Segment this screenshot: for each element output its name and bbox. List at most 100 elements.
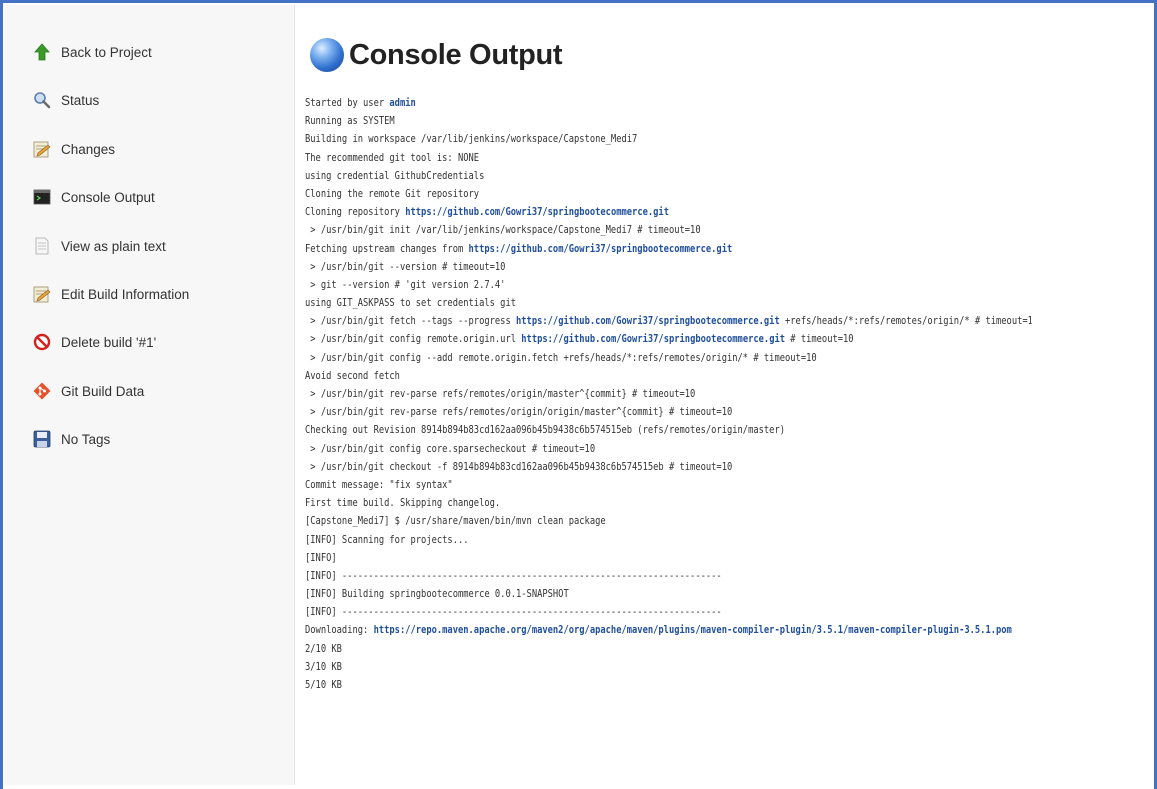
console-text: > git --version # 'git version 2.7.4': [305, 279, 506, 291]
console-text: > /usr/bin/git --version # timeout=10: [305, 261, 506, 273]
console-line: Downloading: https://repo.maven.apache.o…: [305, 622, 1032, 640]
sidebar-item-back-to-project[interactable]: Back to Project: [33, 41, 152, 63]
sidebar-item-label: Console Output: [61, 189, 155, 205]
console-line: Running as SYSTEM: [305, 113, 1032, 131]
console-text: Commit message: "fix syntax": [305, 479, 453, 491]
console-line: [INFO] Scanning for projects...: [305, 532, 1032, 550]
console-line: Commit message: "fix syntax": [305, 477, 1032, 495]
console-line: [INFO]: [305, 550, 1032, 568]
console-text: Running as SYSTEM: [305, 116, 395, 128]
sidebar-item-status[interactable]: Status: [33, 89, 99, 111]
sidebar-item-console-output[interactable]: Console Output: [33, 186, 155, 208]
console-line: > /usr/bin/git rev-parse refs/remotes/or…: [305, 404, 1032, 422]
console-line: Building in workspace /var/lib/jenkins/w…: [305, 131, 1032, 149]
document-icon: [33, 237, 51, 255]
console-line: Started by user admin: [305, 95, 1032, 113]
console-line: Cloning repository https://github.com/Go…: [305, 204, 1032, 222]
console-text: Started by user: [305, 98, 390, 109]
console-text: [INFO] Scanning for projects...: [305, 534, 469, 546]
console-text: Checking out Revision 8914b894b83cd162aa…: [305, 425, 786, 437]
console-line: Fetching upstream changes from https://g…: [305, 241, 1032, 259]
sidebar-item-label: View as plain text: [61, 238, 166, 254]
sidebar-item-changes[interactable]: Changes: [33, 138, 115, 160]
notepad-icon: [33, 140, 51, 158]
page-header: Console Output: [310, 30, 563, 80]
sidebar-item-label: No Tags: [61, 431, 111, 447]
console-text: Fetching upstream changes from: [305, 243, 469, 255]
console-line: Avoid second fetch: [305, 368, 1032, 386]
console-line: > /usr/bin/git config --add remote.origi…: [305, 350, 1032, 368]
console-line: > /usr/bin/git init /var/lib/jenkins/wor…: [305, 222, 1032, 240]
magnifier-icon: [33, 91, 51, 109]
sidebar-item-view-plain-text[interactable]: View as plain text: [33, 235, 166, 257]
console-text: # timeout=10: [785, 334, 854, 346]
sidebar: Back to Project Status Changes Console O…: [5, 5, 295, 785]
sidebar-item-no-tags[interactable]: No Tags: [33, 428, 110, 450]
console-line: > /usr/bin/git rev-parse refs/remotes/or…: [305, 386, 1032, 404]
console-link[interactable]: https://github.com/Gowri37/springbooteco…: [516, 316, 780, 327]
sidebar-item-label: Git Build Data: [61, 383, 145, 399]
sidebar-item-label: Delete build '#1': [61, 334, 157, 350]
console-line: 2/10 KB: [305, 641, 1032, 659]
console-line: > /usr/bin/git fetch --tags --progress h…: [305, 313, 1032, 331]
console-link[interactable]: https://github.com/Gowri37/springbooteco…: [405, 207, 669, 218]
console-globe-icon: [310, 38, 344, 72]
console-text: using GIT_ASKPASS to set credentials git: [305, 298, 516, 310]
console-text: Building in workspace /var/lib/jenkins/w…: [305, 134, 638, 146]
notepad-icon: [33, 285, 51, 303]
console-text: Cloning repository: [305, 207, 406, 219]
console-text: [INFO] ---------------------------------…: [305, 570, 722, 582]
console-line: > /usr/bin/git checkout -f 8914b894b83cd…: [305, 459, 1032, 477]
console-line: Checking out Revision 8914b894b83cd162aa…: [305, 422, 1032, 440]
git-icon: [33, 382, 51, 400]
console-link[interactable]: https://github.com/Gowri37/springbooteco…: [521, 334, 785, 345]
console-line: First time build. Skipping changelog.: [305, 495, 1032, 513]
console-text: [INFO] Building springbootecommerce 0.0.…: [305, 589, 569, 601]
console-text: > /usr/bin/git config --add remote.origi…: [305, 352, 817, 364]
console-line: 3/10 KB: [305, 659, 1032, 677]
console-text: > /usr/bin/git init /var/lib/jenkins/wor…: [305, 225, 701, 237]
console-line: > /usr/bin/git --version # timeout=10: [305, 259, 1032, 277]
console-text: > /usr/bin/git checkout -f 8914b894b83cd…: [305, 461, 733, 473]
console-text: +refs/heads/*:refs/remotes/origin/* # ti…: [779, 316, 1032, 328]
console-text: > /usr/bin/git fetch --tags --progress: [305, 316, 516, 328]
console-text: > /usr/bin/git rev-parse refs/remotes/or…: [305, 407, 733, 419]
console-text: Cloning the remote Git repository: [305, 188, 480, 200]
page-title: Console Output: [349, 38, 563, 71]
console-line: [INFO] ---------------------------------…: [305, 604, 1032, 622]
console-line: > /usr/bin/git config core.sparsecheckou…: [305, 441, 1032, 459]
console-text: The recommended git tool is: NONE: [305, 152, 480, 164]
console-text: 5/10 KB: [305, 680, 342, 691]
console-link[interactable]: https://github.com/Gowri37/springbooteco…: [469, 244, 733, 255]
console-line: using GIT_ASKPASS to set credentials git: [305, 295, 1032, 313]
up-arrow-icon: [33, 43, 51, 61]
console-line: > /usr/bin/git config remote.origin.url …: [305, 331, 1032, 349]
terminal-icon: [33, 188, 51, 206]
console-text: using credential GithubCredentials: [305, 170, 485, 182]
no-entry-icon: [33, 333, 51, 351]
console-text: > /usr/bin/git rev-parse refs/remotes/or…: [305, 389, 696, 400]
sidebar-item-label: Back to Project: [61, 44, 152, 60]
console-line: [Capstone_Medi7] $ /usr/share/maven/bin/…: [305, 513, 1032, 531]
console-line: > git --version # 'git version 2.7.4': [305, 277, 1032, 295]
console-line: Cloning the remote Git repository: [305, 186, 1032, 204]
console-line: [INFO] ---------------------------------…: [305, 568, 1032, 586]
console-link[interactable]: https://repo.maven.apache.org/maven2/org…: [374, 625, 1012, 636]
console-line: 5/10 KB: [305, 677, 1032, 695]
sidebar-item-label: Changes: [61, 141, 116, 157]
console-text: Avoid second fetch: [305, 370, 400, 382]
console-text: 3/10 KB: [305, 661, 342, 673]
console-line: The recommended git tool is: NONE: [305, 150, 1032, 168]
console-text: > /usr/bin/git config remote.origin.url: [305, 334, 522, 346]
console-link[interactable]: admin: [389, 98, 415, 109]
console-text: [Capstone_Medi7] $ /usr/share/maven/bin/…: [305, 516, 606, 528]
sidebar-item-label: Status: [61, 92, 100, 108]
sidebar-item-git-build-data[interactable]: Git Build Data: [33, 380, 144, 402]
console-text: First time build. Skipping changelog.: [305, 498, 501, 510]
console-output: Started by user admin Running as SYSTEM Bu…: [305, 95, 1032, 765]
sidebar-item-edit-build-information[interactable]: Edit Build Information: [33, 283, 189, 305]
console-text: Downloading:: [305, 625, 374, 637]
console-line: [INFO] Building springbootecommerce 0.0.…: [305, 586, 1032, 604]
console-text: [INFO] ---------------------------------…: [305, 607, 722, 619]
sidebar-item-delete-build[interactable]: Delete build '#1': [33, 331, 156, 353]
